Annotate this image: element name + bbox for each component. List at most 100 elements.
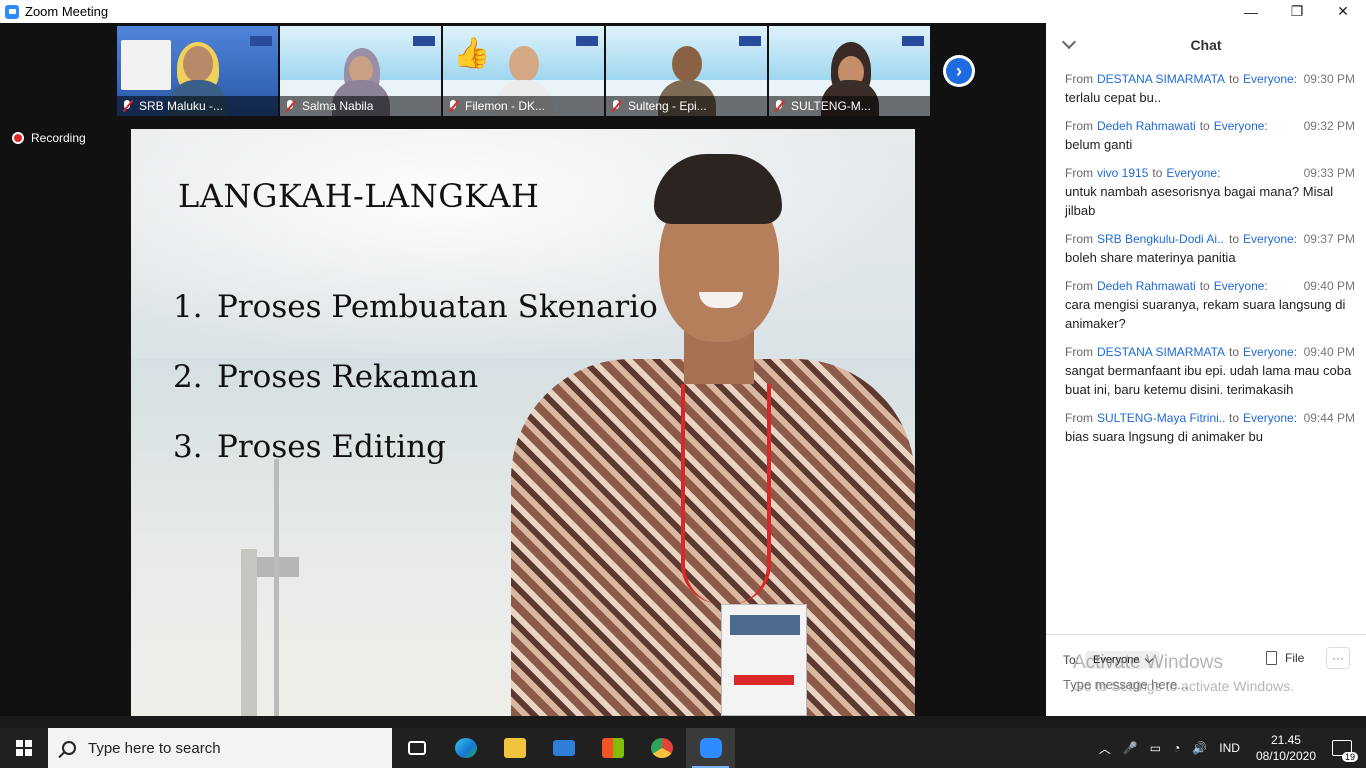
taskbar: Type here to search ︿ 🎤 ▭ ◔ 🔊 IND 21.45 …	[0, 728, 1366, 768]
show-hidden-icons-chevron-icon[interactable]: ︿	[1099, 740, 1111, 757]
recipient-row: To: Everyone	[1063, 651, 1160, 669]
volume-icon[interactable]: 🔊	[1192, 741, 1207, 755]
message-text: sangat bermanfaant ibu epi. udah lama ma…	[1065, 363, 1352, 397]
step-text: Proses Pembuatan Skenario	[217, 289, 658, 325]
task-view-button[interactable]	[392, 728, 441, 768]
title-bar: Zoom Meeting — ❐ ✕	[0, 0, 1366, 23]
taskbar-search[interactable]: Type here to search	[48, 728, 392, 768]
chat-message: From DESTANA SIMARMATA... to Everyone: 0…	[1065, 343, 1355, 399]
participant-tile[interactable]: Sulteng - Epi...	[606, 26, 767, 116]
taskbar-clock[interactable]: 21.45 08/10/2020	[1256, 732, 1316, 764]
presenter-hair	[654, 154, 782, 224]
list-item: 1. Proses Pembuatan Skenario	[173, 289, 658, 359]
microphone-icon[interactable]: 🎤	[1123, 741, 1138, 755]
background-logo	[413, 36, 435, 46]
message-sender[interactable]: Dedeh Rahmawati	[1097, 119, 1196, 133]
message-time: 09:33 PM	[1303, 166, 1355, 180]
maximize-button[interactable]: ❐	[1274, 0, 1320, 23]
windows-logo-icon	[16, 740, 32, 756]
message-sender[interactable]: vivo 1915	[1097, 166, 1148, 180]
step-number: 2.	[173, 359, 203, 395]
to-label: to	[1152, 166, 1163, 180]
chat-message: From Dedeh Rahmawati to Everyone: 09:32 …	[1065, 117, 1355, 154]
slide-background-structure	[241, 549, 257, 716]
edge-button[interactable]	[441, 728, 490, 768]
thumbs-up-reaction-icon: 👍	[453, 37, 491, 70]
minimize-button[interactable]: —	[1228, 0, 1274, 23]
message-time: 09:40 PM	[1303, 345, 1355, 359]
message-text: untuk nambah asesorisnya bagai mana? Mis…	[1065, 184, 1334, 218]
list-item: 3. Proses Editing	[173, 429, 658, 499]
muted-mic-icon	[447, 99, 459, 113]
window-controls: — ❐ ✕	[1228, 0, 1366, 23]
chat-message: From vivo 1915 to Everyone: 09:33 PM unt…	[1065, 164, 1355, 220]
step-number: 1.	[173, 289, 203, 325]
window-title: Zoom Meeting	[25, 4, 109, 19]
next-page-button[interactable]: ›	[943, 55, 975, 87]
step-number: 3.	[173, 429, 203, 465]
participant-tile[interactable]: SULTENG-M...	[769, 26, 930, 116]
background-logo	[576, 36, 598, 46]
participant-tile[interactable]: 👍 Filemon - DK...	[443, 26, 604, 116]
to-label: to	[1229, 345, 1240, 359]
notification-icon[interactable]: 19	[1332, 740, 1358, 762]
recipient-dropdown[interactable]: Everyone	[1085, 651, 1160, 669]
participant-name: Salma Nabila	[302, 99, 374, 113]
chevron-down-icon[interactable]	[1061, 34, 1077, 50]
file-button[interactable]: File	[1266, 651, 1304, 665]
language-indicator[interactable]: IND	[1219, 741, 1240, 755]
battery-icon[interactable]: ▭	[1150, 741, 1161, 755]
message-header: From Dedeh Rahmawati to Everyone: 09:32 …	[1065, 117, 1355, 135]
wifi-icon[interactable]: ◔	[1173, 741, 1180, 755]
to-prefix: To:	[1063, 653, 1080, 667]
list-item: 2. Proses Rekaman	[173, 359, 658, 429]
slide-title: LANGKAH-LANGKAH	[178, 177, 540, 215]
participant-head	[508, 46, 539, 82]
shared-screen-slide: LANGKAH-LANGKAH 1. Proses Pembuatan Skena…	[131, 129, 915, 716]
message-time: 09:37 PM	[1303, 232, 1355, 246]
message-text: boleh share materinya panitia	[1065, 250, 1236, 265]
file-label: File	[1285, 651, 1305, 665]
participant-name-bar: SULTENG-M...	[769, 96, 930, 116]
to-label: to	[1199, 279, 1210, 293]
participant-name: SRB Maluku -...	[139, 99, 224, 113]
mail-button[interactable]	[539, 728, 588, 768]
message-header: From SRB Bengkulu-Dodi Ai... to Everyone…	[1065, 230, 1355, 248]
chrome-button[interactable]	[637, 728, 686, 768]
message-sender[interactable]: SULTENG-Maya Fitrini...	[1097, 411, 1225, 425]
participant-tile[interactable]: SRB Maluku -...	[117, 26, 278, 116]
message-input[interactable]	[1063, 677, 1343, 692]
message-sender[interactable]: DESTANA SIMARMATA...	[1097, 72, 1225, 86]
message-recipient: Everyone:	[1243, 232, 1298, 246]
recording-indicator: Recording	[12, 131, 86, 145]
meeting-area: SRB Maluku -... Salma Nabila 👍 Filemon -…	[0, 23, 1046, 716]
to-label: to	[1229, 232, 1240, 246]
close-button[interactable]: ✕	[1320, 0, 1366, 23]
message-sender[interactable]: Dedeh Rahmawati	[1097, 279, 1196, 293]
store-button[interactable]	[588, 728, 637, 768]
file-explorer-button[interactable]	[490, 728, 539, 768]
chat-message: From SULTENG-Maya Fitrini... to Everyone…	[1065, 409, 1355, 446]
background-logo	[739, 36, 761, 46]
zoom-taskbar-button[interactable]	[686, 728, 735, 768]
chevron-down-icon	[1144, 654, 1153, 663]
message-sender[interactable]: DESTANA SIMARMATA...	[1097, 345, 1225, 359]
zoom-icon	[5, 4, 19, 19]
notification-count: 19	[1341, 752, 1358, 762]
message-sender[interactable]: SRB Bengkulu-Dodi Ai...	[1097, 232, 1225, 246]
start-button[interactable]	[0, 728, 48, 768]
to-label: to	[1199, 119, 1210, 133]
to-label: to	[1229, 411, 1240, 425]
participant-tile[interactable]: Salma Nabila	[280, 26, 441, 116]
system-tray: ︿ 🎤 ▭ ◔ 🔊 IND 21.45 08/10/2020 19	[1093, 728, 1366, 768]
recipient-value: Everyone	[1093, 654, 1140, 666]
participant-name-bar: Sulteng - Epi...	[606, 96, 767, 116]
clock-time: 21.45	[1270, 733, 1301, 747]
message-header: From Dedeh Rahmawati to Everyone: 09:40 …	[1065, 277, 1355, 295]
from-label: From	[1065, 72, 1093, 86]
chat-title: Chat	[1190, 37, 1222, 53]
more-options-button[interactable]: ···	[1326, 647, 1350, 669]
background-poster	[121, 40, 171, 90]
participant-head	[671, 46, 702, 82]
chat-message: From SRB Bengkulu-Dodi Ai... to Everyone…	[1065, 230, 1355, 267]
